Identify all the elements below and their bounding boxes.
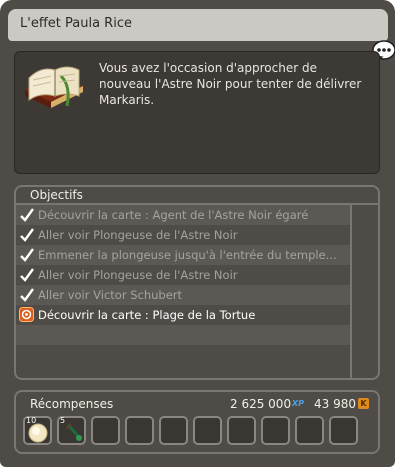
objective-item: Emmener la plongeuse jusqu'à l'entrée du…: [16, 245, 350, 265]
potion-icon: [65, 423, 82, 441]
objective-item: Aller voir Plongeuse de l'Astre Noir: [16, 265, 350, 285]
objective-item: Aller voir Plongeuse de l'Astre Noir: [16, 225, 350, 245]
objectives-list: Découvrir la carte : Agent de l'Astre No…: [16, 205, 350, 365]
xp-icon: XP: [292, 399, 305, 408]
checkmark-icon: [20, 208, 34, 222]
reward-qty: 10: [26, 416, 37, 425]
reward-slot-empty: [261, 416, 290, 445]
kamas-value: 43 980: [314, 397, 356, 411]
objective-label: Découvrir la carte : Plage de la Tortue: [38, 308, 256, 322]
reward-slot-empty: [329, 416, 358, 445]
objective-label: Aller voir Victor Schubert: [38, 288, 183, 302]
rewards-label: Récompenses: [30, 397, 114, 411]
checkmark-icon: [20, 228, 34, 242]
reward-slot-empty: [125, 416, 154, 445]
objective-item: Découvrir la carte : Agent de l'Astre No…: [16, 205, 350, 225]
checkmark-icon: [20, 248, 34, 262]
rewards-panel: Récompenses 2 625 000 XP 43 980 K 10 5: [14, 390, 380, 454]
objective-item: Aller voir Victor Schubert: [16, 285, 350, 305]
quest-description-panel: Vous avez l'occasion d'approcher de nouv…: [14, 51, 380, 174]
reward-qty: 5: [60, 416, 66, 425]
reward-slot-empty: [295, 416, 324, 445]
reward-slot-empty: [159, 416, 188, 445]
objectives-scrollbar[interactable]: [350, 205, 378, 378]
objectives-panel: Objectifs Découvrir la carte : Agent de …: [14, 185, 380, 380]
kamas-icon: K: [358, 398, 369, 409]
objectives-header: Objectifs: [16, 187, 378, 205]
objective-empty-row: [16, 345, 350, 365]
objective-label: Aller voir Plongeuse de l'Astre Noir: [38, 228, 238, 242]
reward-slot[interactable]: 10: [23, 416, 52, 445]
title-bar: L'effet Paula Rice: [8, 9, 388, 41]
checkmark-icon: [20, 288, 34, 302]
xp-value: 2 625 000: [230, 397, 292, 411]
objective-item-active[interactable]: Découvrir la carte : Plage de la Tortue: [16, 305, 350, 325]
quest-window: L'effet Paula Rice Vous avez l'occasion …: [0, 0, 395, 467]
objective-target-icon[interactable]: [19, 307, 34, 322]
objective-label: Aller voir Plongeuse de l'Astre Noir: [38, 268, 238, 282]
reward-slot-empty: [91, 416, 120, 445]
objective-label: Découvrir la carte : Agent de l'Astre No…: [38, 208, 309, 222]
reward-slot-empty: [193, 416, 222, 445]
reward-slot[interactable]: 5: [57, 416, 86, 445]
quest-title: L'effet Paula Rice: [20, 16, 132, 31]
objective-empty-row: [16, 325, 350, 345]
book-icon: [25, 66, 83, 108]
reward-slot-empty: [227, 416, 256, 445]
objective-label: Emmener la plongeuse jusqu'à l'entrée du…: [38, 248, 337, 262]
checkmark-icon: [20, 268, 34, 282]
quest-description-text: Vous avez l'occasion d'approcher de nouv…: [99, 61, 362, 107]
